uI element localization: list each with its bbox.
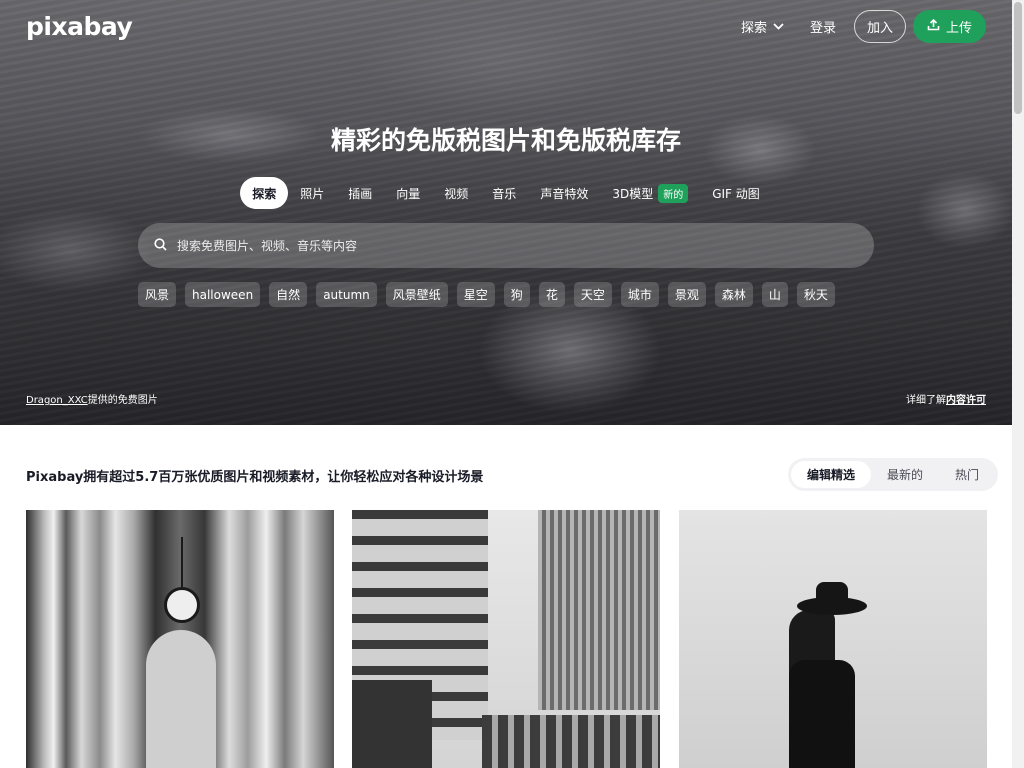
tag-chip[interactable]: 景观 bbox=[667, 282, 706, 307]
sort-trending[interactable]: 热门 bbox=[939, 461, 995, 488]
upload-label: 上传 bbox=[945, 21, 972, 36]
tag-chip[interactable]: 自然 bbox=[269, 282, 308, 307]
pixabay-logo[interactable]: pixabay bbox=[26, 12, 133, 41]
credit-suffix: 提供的免费图片 bbox=[87, 395, 158, 406]
media-type-tabs: 探索 照片 插画 向量 视频 音乐 声音特效 3D模型 新的 GIF 动图 bbox=[0, 177, 1012, 209]
tag-chip[interactable]: 花 bbox=[538, 282, 565, 307]
tab-3d-models[interactable]: 3D模型 新的 bbox=[600, 177, 700, 209]
photo-woman-hat[interactable] bbox=[679, 510, 987, 768]
tag-chip[interactable]: 狗 bbox=[503, 282, 530, 307]
upload-button[interactable]: 上传 bbox=[912, 10, 986, 43]
tag-chip[interactable]: 秋天 bbox=[796, 282, 835, 307]
top-nav: 探索 登录 加入 上传 bbox=[741, 10, 986, 43]
photo-colonnade[interactable] bbox=[26, 510, 334, 768]
tab-gif[interactable]: GIF 动图 bbox=[700, 177, 772, 209]
tab-vectors[interactable]: 向量 bbox=[384, 177, 432, 209]
join-button[interactable]: 加入 bbox=[853, 10, 906, 43]
upload-icon bbox=[927, 18, 940, 35]
credit-author-link[interactable]: Dragon_XXC bbox=[26, 395, 88, 406]
license-prefix: 详细了解 bbox=[906, 395, 946, 406]
tab-photos[interactable]: 照片 bbox=[288, 177, 336, 209]
trending-tags: 风景 halloween 自然 autumn 风景壁纸 星空 狗 花 天空 城市… bbox=[138, 282, 835, 307]
photo-buildings[interactable] bbox=[352, 510, 660, 768]
tag-chip[interactable]: 星空 bbox=[456, 282, 495, 307]
tag-chip[interactable]: 风景 bbox=[138, 282, 177, 307]
search-bar bbox=[138, 223, 874, 268]
new-badge: 新的 bbox=[658, 183, 689, 203]
tab-sound-effects[interactable]: 声音特效 bbox=[528, 177, 600, 209]
tab-music[interactable]: 音乐 bbox=[480, 177, 528, 209]
tag-chip[interactable]: 森林 bbox=[714, 282, 753, 307]
hero-banner: pixabay 探索 登录 加入 上传 精彩的免版税图片和免版税库存 探索 照片… bbox=[0, 0, 1012, 425]
sort-editors-choice[interactable]: 编辑精选 bbox=[790, 461, 871, 488]
hero-headline: 精彩的免版税图片和免版税库存 bbox=[330, 126, 681, 155]
tag-chip[interactable]: autumn bbox=[316, 282, 377, 307]
image-credit: Dragon_XXC提供的免费图片 bbox=[26, 391, 158, 406]
license-link[interactable]: 内容许可 bbox=[946, 395, 986, 406]
scrollbar-thumb[interactable] bbox=[1014, 2, 1022, 114]
login-link[interactable]: 登录 bbox=[810, 17, 836, 36]
clock-shape bbox=[164, 587, 200, 623]
sort-latest[interactable]: 最新的 bbox=[871, 461, 939, 488]
section-title: Pixabay拥有超过5.7百万张优质图片和视频素材，让你轻松应对各种设计场景 bbox=[26, 470, 484, 485]
tag-chip[interactable]: 城市 bbox=[620, 282, 659, 307]
tag-chip[interactable]: 山 bbox=[761, 282, 788, 307]
page-scrollbar[interactable] bbox=[1012, 0, 1024, 768]
search-icon bbox=[154, 236, 167, 255]
explore-menu-button[interactable]: 探索 bbox=[741, 17, 784, 36]
license-info: 详细了解内容许可 bbox=[906, 391, 986, 406]
tab-explore[interactable]: 探索 bbox=[240, 177, 289, 209]
tag-chip[interactable]: halloween bbox=[185, 282, 261, 307]
search-input[interactable] bbox=[177, 238, 827, 253]
tab-videos[interactable]: 视频 bbox=[432, 177, 480, 209]
sort-toggle: 编辑精选 最新的 热门 bbox=[787, 458, 998, 491]
tab-3d-models-label: 3D模型 bbox=[612, 186, 654, 201]
tab-illustrations[interactable]: 插画 bbox=[336, 177, 384, 209]
explore-label: 探索 bbox=[740, 21, 767, 36]
tag-chip[interactable]: 风景壁纸 bbox=[385, 282, 448, 307]
chevron-down-icon bbox=[773, 19, 784, 34]
tag-chip[interactable]: 天空 bbox=[573, 282, 612, 307]
